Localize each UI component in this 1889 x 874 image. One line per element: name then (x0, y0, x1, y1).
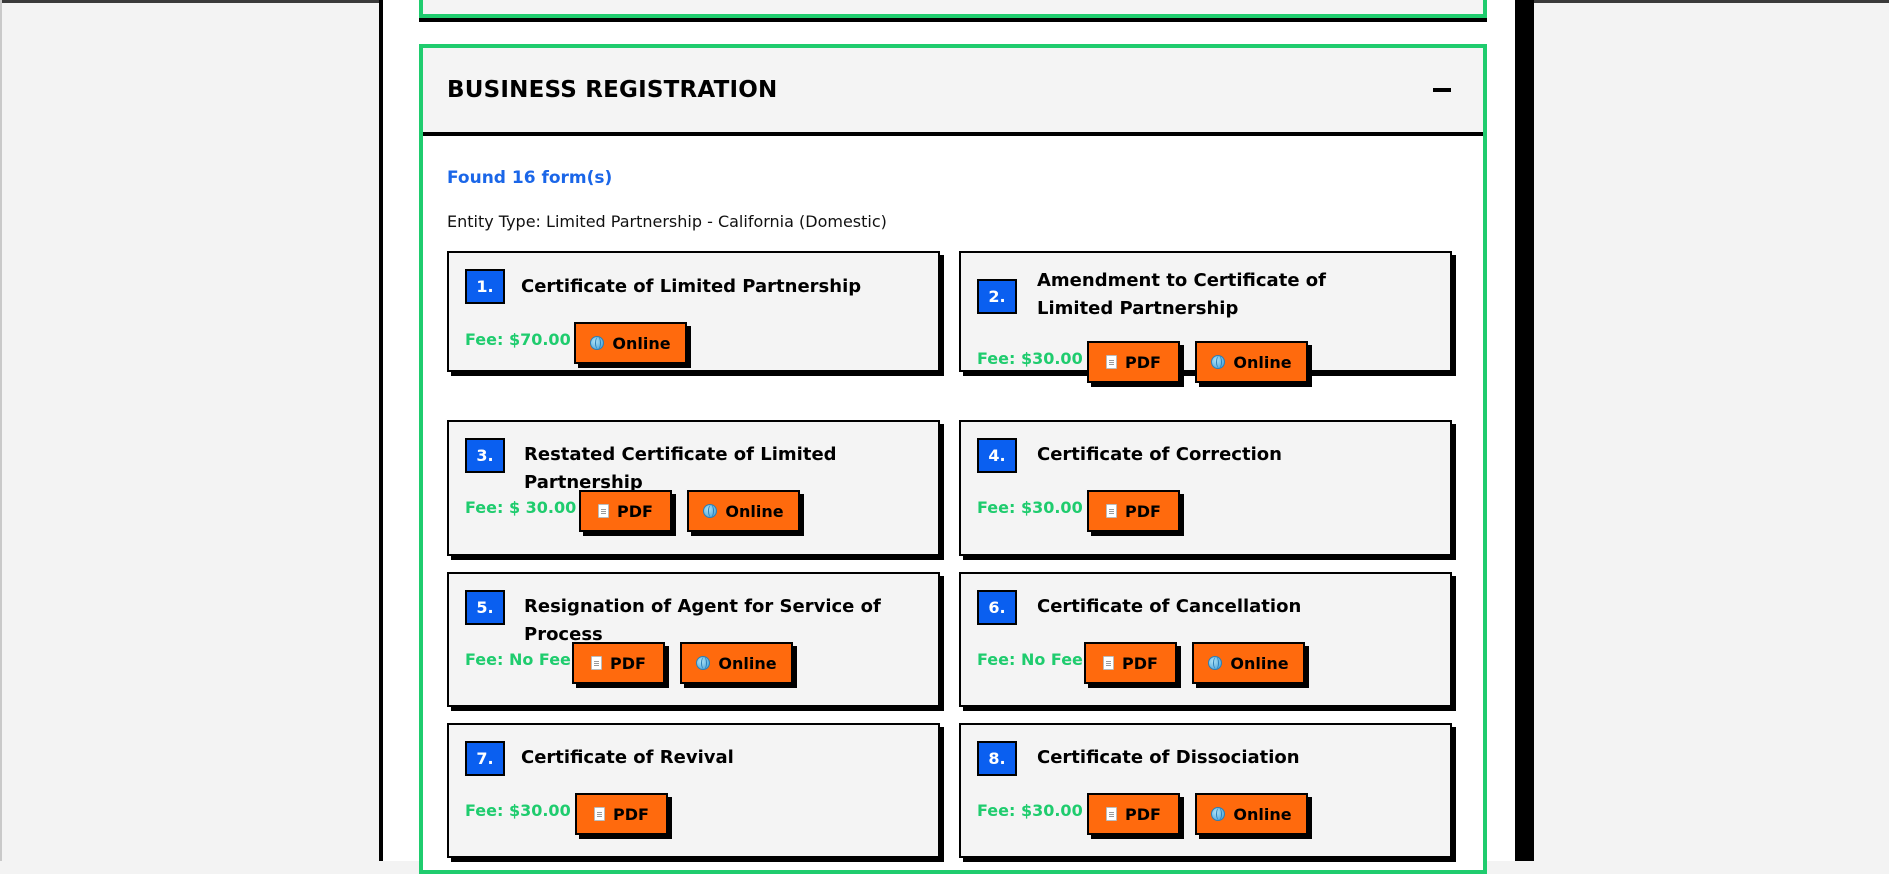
document-icon (1103, 656, 1115, 670)
form-fee: Fee: $30.00 (977, 498, 1083, 517)
panel-shadow (1515, 0, 1525, 861)
form-fee: Fee: $70.00 (465, 330, 571, 349)
document-icon (598, 504, 610, 518)
form-title: Amendment to Certificate of Limited Part… (1037, 270, 1326, 319)
pdf-label: PDF (1125, 501, 1161, 521)
pdf-label: PDF (1125, 352, 1161, 372)
online-button[interactable]: Online (687, 490, 800, 532)
pdf-label: PDF (1125, 804, 1161, 824)
online-label: Online (718, 653, 777, 673)
form-number: 7. (465, 741, 505, 776)
form-fee: Fee: No Fee (977, 650, 1083, 669)
form-fee: Fee: $30.00 (977, 349, 1083, 368)
globe-icon (1211, 807, 1226, 821)
form-card: 8. Certificate of Dissociation Fee: $30.… (959, 723, 1452, 858)
online-label: Online (1233, 352, 1292, 372)
form-title: Certificate of Revival (521, 747, 734, 768)
form-card: 6. Certificate of Cancellation Fee: No F… (959, 572, 1452, 707)
previous-section-bottom (419, 0, 1487, 18)
form-title: Certificate of Dissociation (1037, 747, 1300, 768)
form-number: 3. (465, 438, 505, 473)
form-number: 8. (977, 741, 1017, 776)
pdf-label: PDF (610, 653, 646, 673)
online-button[interactable]: Online (1192, 642, 1305, 684)
business-registration-section: BUSINESS REGISTRATION Found 16 form(s) E… (419, 44, 1487, 874)
document-icon (1106, 355, 1118, 369)
form-card: 2. Amendment to Certificate of Limited P… (959, 251, 1452, 383)
document-icon (1106, 807, 1118, 821)
online-button[interactable]: Online (1195, 341, 1308, 383)
online-button[interactable]: Online (574, 322, 687, 364)
online-label: Online (1233, 804, 1292, 824)
entity-type: Entity Type: Limited Partnership - Calif… (447, 212, 887, 231)
pdf-button[interactable]: PDF (572, 642, 665, 684)
globe-icon (1211, 355, 1226, 369)
form-title: Restated Certificate of Limited Partners… (524, 444, 837, 493)
section-header[interactable]: BUSINESS REGISTRATION (423, 48, 1483, 136)
form-fee: Fee: $ 30.00 (465, 498, 577, 517)
pdf-button[interactable]: PDF (1087, 490, 1180, 532)
globe-icon (696, 656, 711, 670)
pdf-label: PDF (617, 501, 653, 521)
globe-icon (590, 336, 605, 350)
form-title: Certificate of Limited Partnership (521, 276, 862, 297)
online-label: Online (612, 333, 671, 353)
pdf-button[interactable]: PDF (575, 793, 668, 835)
form-fee: Fee: $30.00 (977, 801, 1083, 820)
form-number: 6. (977, 590, 1017, 625)
form-fee: Fee: $30.00 (465, 801, 571, 820)
online-label: Online (1230, 653, 1289, 673)
form-card: 4. Certificate of Correction Fee: $30.00… (959, 420, 1452, 556)
minus-icon[interactable] (1433, 88, 1451, 92)
online-button[interactable]: Online (680, 642, 793, 684)
document-icon (591, 656, 603, 670)
pdf-button[interactable]: PDF (1084, 642, 1177, 684)
page-edge (0, 0, 2, 861)
globe-icon (1208, 656, 1223, 670)
form-card: 3. Restated Certificate of Limited Partn… (447, 420, 940, 556)
form-number: 5. (465, 590, 505, 625)
form-card: 1. Certificate of Limited Partnership Fe… (447, 251, 940, 372)
pdf-label: PDF (1122, 653, 1158, 673)
form-number: 4. (977, 438, 1017, 473)
online-label: Online (725, 501, 784, 521)
main-content-panel: BUSINESS REGISTRATION Found 16 form(s) E… (379, 0, 1526, 874)
form-title: Resignation of Agent for Service of Proc… (524, 596, 881, 645)
section-title: BUSINESS REGISTRATION (447, 77, 778, 103)
globe-icon (703, 504, 718, 518)
pdf-button[interactable]: PDF (1087, 793, 1180, 835)
form-title: Certificate of Cancellation (1037, 596, 1302, 617)
form-number: 1. (465, 269, 505, 304)
form-card: 7. Certificate of Revival Fee: $30.00 PD… (447, 723, 940, 858)
online-button[interactable]: Online (1195, 793, 1308, 835)
found-count: Found 16 form(s) (447, 168, 613, 188)
form-card: 5. Resignation of Agent for Service of P… (447, 572, 940, 707)
pdf-label: PDF (613, 804, 649, 824)
form-fee: Fee: No Fee (465, 650, 571, 669)
pdf-button[interactable]: PDF (579, 490, 672, 532)
document-icon (594, 807, 606, 821)
document-icon (1106, 504, 1118, 518)
form-number: 2. (977, 279, 1017, 314)
pdf-button[interactable]: PDF (1087, 341, 1180, 383)
form-title: Certificate of Correction (1037, 444, 1282, 465)
